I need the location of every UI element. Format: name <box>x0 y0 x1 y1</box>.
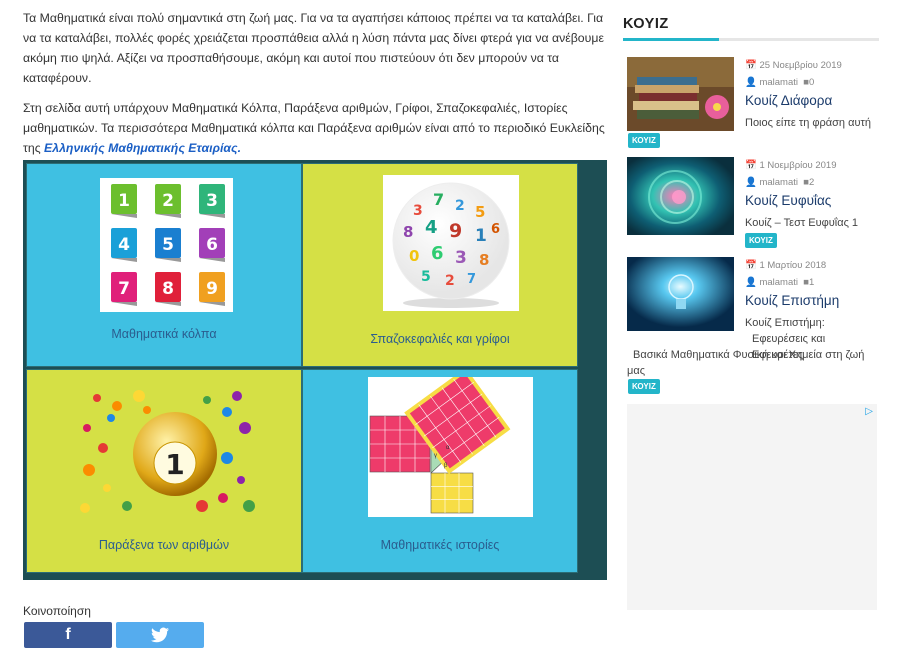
lottery-ball-image: 1 <box>77 388 257 518</box>
main-content: Τα Μαθηματικά είναι πολύ σημαντικά στη ζ… <box>23 8 608 168</box>
svg-text:7: 7 <box>433 190 444 209</box>
svg-text:1: 1 <box>475 226 487 246</box>
svg-text:6: 6 <box>491 222 500 237</box>
numbers-grid-image: 1 2 3 4 5 6 7 8 9 <box>100 178 233 312</box>
svg-text:9: 9 <box>449 220 462 242</box>
tile-label: Μαθηματικά κόλπα <box>111 327 217 341</box>
number-badge: 6 <box>206 235 218 255</box>
svg-text:2: 2 <box>445 273 455 289</box>
svg-text:5: 5 <box>475 203 485 221</box>
intro-paragraph: Τα Μαθηματικά είναι πολύ σημαντικά στη ζ… <box>23 11 604 85</box>
post-thumbnail[interactable] <box>627 157 734 235</box>
sidebar-title-rule <box>623 38 879 41</box>
tile-label: Σπαζοκεφαλιές και γρίφοι <box>370 332 510 346</box>
number-badge: 3 <box>206 191 218 211</box>
facebook-share-button[interactable]: f <box>24 622 112 648</box>
number-badge: 9 <box>206 279 218 299</box>
tile-puzzles[interactable]: 3 7 2 5 8 4 9 1 6 0 6 3 8 5 2 7 Σπαζοκεφ… <box>302 163 578 367</box>
post-excerpt: Ποιος είπε τη φράση αυτή <box>745 117 871 129</box>
post-date: 📅 25 Νοεμβρίου 2019 <box>745 60 842 71</box>
category-badge[interactable]: ΚΟΥΙΖ <box>745 233 777 248</box>
post-author: 👤 malamati ■1 <box>745 277 815 288</box>
ball-number: 1 <box>165 448 184 481</box>
tile-math-tricks[interactable]: 1 2 3 4 5 6 7 8 9 Μαθηματικά κόλπα <box>26 163 302 367</box>
post-excerpt: Κουίζ – Τεστ Ευφυΐας 1 <box>745 217 859 229</box>
svg-text:α: α <box>446 445 450 451</box>
eme-link[interactable]: Ελληνικής Μαθηματικής Εταιρίας. <box>44 141 241 155</box>
svg-text:0: 0 <box>409 247 419 265</box>
adchoices-icon[interactable]: ▷ <box>865 406 873 417</box>
svg-text:6: 6 <box>431 243 444 264</box>
svg-text:7: 7 <box>467 272 476 287</box>
post-author: 👤 malamati ■0 <box>745 77 815 88</box>
sidebar-title: ΚΟΥΙΖ <box>623 16 669 32</box>
post-excerpt-line: Βασικά Μαθηματικά Φυσική και Χημεία στη … <box>627 349 865 377</box>
tile-label: Παράξενα των αριθμών <box>98 538 230 552</box>
twitter-icon <box>151 627 169 643</box>
post-title[interactable]: Κουίζ Ευφυΐας <box>745 193 831 208</box>
svg-text:8: 8 <box>403 223 413 241</box>
number-badge: 2 <box>162 191 174 211</box>
facebook-icon: f <box>65 626 71 643</box>
sidebar-post: 📅 1 Νοεμβρίου 2019 👤 malamati ■2 Κουίζ Ε… <box>627 157 879 249</box>
svg-text:3: 3 <box>413 203 423 219</box>
number-badge: 1 <box>118 191 130 211</box>
svg-text:8: 8 <box>479 251 489 269</box>
post-thumbnail[interactable] <box>627 57 734 131</box>
post-title[interactable]: Κουίζ Επιστήμη <box>745 293 839 308</box>
topics-grid: 123456789 Μαθηματικά κόλπα 3 7 2 5 8 4 9… <box>23 160 607 580</box>
svg-text:β: β <box>444 463 448 469</box>
svg-text:3: 3 <box>455 248 467 268</box>
post-thumbnail[interactable] <box>627 257 734 331</box>
sidebar-post: 📅 1 Μαρτίου 2018 👤 malamati ■1 Κουίζ Επι… <box>627 257 879 397</box>
tile-number-oddities[interactable]: 1 Παράξενα των αριθμών <box>26 369 302 573</box>
number-badge: 5 <box>162 235 174 255</box>
number-badge: 4 <box>118 235 130 255</box>
svg-text:5: 5 <box>421 269 431 285</box>
advertisement[interactable]: ▷ <box>627 404 877 610</box>
pythagoras-image: γ α β <box>368 367 533 517</box>
twitter-share-button[interactable] <box>116 622 204 648</box>
post-date: 📅 1 Μαρτίου 2018 <box>745 260 827 271</box>
number-sphere-image: 3 7 2 5 8 4 9 1 6 0 6 3 8 5 2 7 <box>383 175 519 311</box>
post-title[interactable]: Κουίζ Διάφορα <box>745 93 832 108</box>
post-author: 👤 malamati ■2 <box>745 177 815 188</box>
post-date: 📅 1 Νοεμβρίου 2019 <box>745 160 837 171</box>
svg-text:4: 4 <box>425 217 438 238</box>
post-excerpt-line: Κουίζ Επιστήμη: <box>745 317 825 329</box>
svg-text:2: 2 <box>455 198 465 214</box>
description-paragraph: Στη σελίδα αυτή υπάρχουν Μαθηματικά Κόλπ… <box>23 98 608 158</box>
number-badge: 7 <box>118 279 130 299</box>
sidebar-post: 📅 25 Νοεμβρίου 2019 👤 malamati ■0 Κουίζ … <box>627 57 879 149</box>
number-badge: 8 <box>162 279 174 299</box>
share-title: Κοινοποίηση <box>23 604 91 618</box>
svg-text:γ: γ <box>434 453 437 459</box>
tile-label: Μαθηματικές ιστορίες <box>380 538 500 552</box>
category-badge[interactable]: ΚΟΥΙΖ <box>628 133 660 148</box>
category-badge[interactable]: ΚΟΥΙΖ <box>628 379 660 394</box>
tile-math-stories[interactable]: γ α β Μαθηματικές ιστορίες <box>302 367 578 573</box>
